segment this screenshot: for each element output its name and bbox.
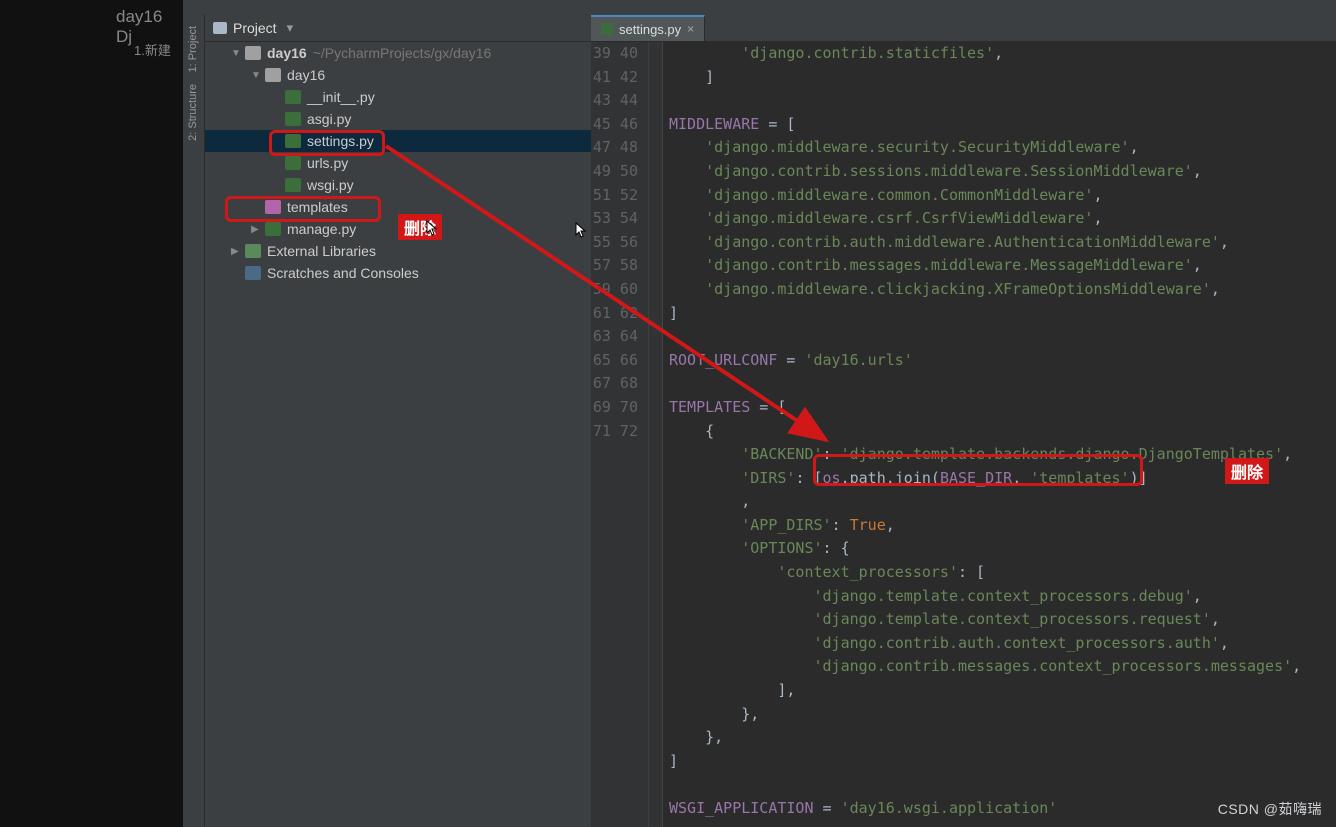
tree-file-wsgi[interactable]: wsgi.py <box>205 174 591 196</box>
python-file-icon <box>601 23 613 35</box>
annotation-label-1: 删除 <box>398 214 442 240</box>
tab-label: settings.py <box>619 22 681 37</box>
tab-settings-py[interactable]: settings.py × <box>591 15 705 41</box>
toolwindow-project-tab[interactable]: 1: Project <box>187 26 199 72</box>
left-tool-stripe: 1: Project 2: Structure <box>183 14 205 827</box>
chevron-down-icon[interactable]: ▾ <box>287 20 294 36</box>
tree-file-init[interactable]: __init__.py <box>205 86 591 108</box>
tree-file-urls[interactable]: urls.py <box>205 152 591 174</box>
tree-file-settings[interactable]: settings.py <box>205 130 591 152</box>
line-number-gutter: 39 40 41 42 43 44 45 46 47 48 49 50 51 5… <box>591 42 649 827</box>
code-area[interactable]: 'django.contrib.staticfiles', ] MIDDLEWA… <box>663 42 1336 827</box>
toolwindow-structure-tab[interactable]: 2: Structure <box>187 84 199 141</box>
ide-window: 1: Project 2: Structure Project ▾ ⊕ ⇵ ⚙ … <box>183 0 1336 827</box>
fold-gutter[interactable] <box>649 42 663 827</box>
tree-scratches[interactable]: ▶ Scratches and Consoles <box>205 262 591 284</box>
watermark: CSDN @茹嗨瑞 <box>1218 799 1322 819</box>
project-title[interactable]: Project <box>233 20 277 36</box>
tree-root[interactable]: ▼ day16 ~/PycharmProjects/gx/day16 <box>205 42 591 64</box>
code-editor[interactable]: 39 40 41 42 43 44 45 46 47 48 49 50 51 5… <box>591 42 1336 827</box>
project-tree[interactable]: ▼ day16 ~/PycharmProjects/gx/day16 ▼ day… <box>205 42 591 827</box>
close-tab-icon[interactable]: × <box>687 22 694 36</box>
project-icon <box>213 22 227 34</box>
article-step-1: 1.新建 <box>134 40 171 59</box>
background-article: day16 Dj 1.新建 <box>0 0 183 827</box>
tree-pkg[interactable]: ▼ day16 <box>205 64 591 86</box>
tree-external-libs[interactable]: ▶ External Libraries <box>205 240 591 262</box>
tree-file-asgi[interactable]: asgi.py <box>205 108 591 130</box>
editor-tabbar: settings.py × <box>591 14 1336 42</box>
tree-root-name: day16 <box>267 45 307 61</box>
annotation-label-2: 删除 <box>1225 458 1269 484</box>
tree-root-path: ~/PycharmProjects/gx/day16 <box>313 45 492 61</box>
